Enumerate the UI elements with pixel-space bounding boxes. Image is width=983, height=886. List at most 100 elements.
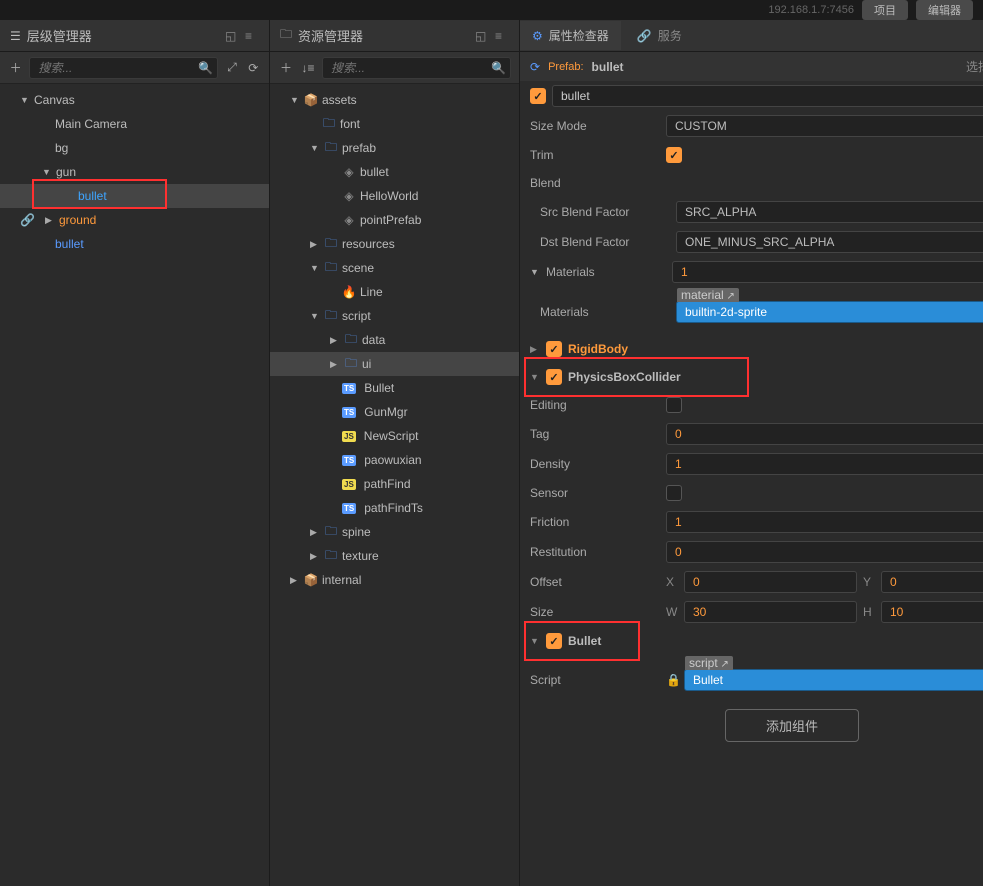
sensor-label: Sensor — [530, 486, 660, 500]
asset-pathfind[interactable]: JSpathFind — [270, 472, 519, 496]
rigidbody-enabled-checkbox[interactable] — [546, 341, 562, 357]
node-bg[interactable]: bg — [0, 136, 269, 160]
ts-icon: TS — [342, 407, 356, 418]
physicsboxcollider-header[interactable]: ▼ PhysicsBoxCollider ⚙ — [520, 363, 983, 391]
asset-spine[interactable]: ▶🗀spine — [270, 520, 519, 544]
js-icon: JS — [342, 479, 356, 490]
sort-icon[interactable]: ↓≡ — [300, 60, 316, 76]
friction-label: Friction — [530, 515, 660, 529]
editing-label: Editing — [530, 398, 660, 412]
folder-icon: 🗀 — [344, 357, 358, 371]
folder-icon: 🗀 — [324, 261, 338, 275]
src-blend-select[interactable]: SRC_ALPHA▼ — [676, 201, 983, 223]
asset-newscript[interactable]: JSNewScript — [270, 424, 519, 448]
rigidbody-header[interactable]: ▶ RigidBody ⚙ — [520, 335, 983, 363]
asset-prefab-hello[interactable]: ◈HelloWorld — [270, 184, 519, 208]
ts-icon: TS — [342, 383, 356, 394]
dst-blend-select[interactable]: ONE_MINUS_SRC_ALPHA▼ — [676, 231, 983, 253]
add-icon[interactable]: ＋ — [278, 60, 294, 76]
offset-y-input[interactable] — [881, 571, 983, 593]
assets-search-input[interactable] — [322, 57, 511, 79]
ts-icon: TS — [342, 503, 356, 514]
asset-texture[interactable]: ▶🗀texture — [270, 544, 519, 568]
folder-icon: 🗀 — [324, 549, 338, 563]
js-icon: JS — [342, 431, 356, 442]
asset-bullet-ts[interactable]: TSBullet — [270, 376, 519, 400]
node-bullet-selected[interactable]: bullet — [0, 184, 269, 208]
asset-pathfindts[interactable]: TSpathFindTs — [270, 496, 519, 520]
size-w-input[interactable] — [684, 601, 857, 623]
node-gun[interactable]: ▼gun — [0, 160, 269, 184]
material-field[interactable]: material ↗ builtin-2d-sprite — [676, 301, 983, 323]
size-mode-select[interactable]: CUSTOM▼ — [666, 115, 983, 137]
folder-icon: 🗀 — [280, 25, 292, 46]
add-icon[interactable]: ＋ — [8, 60, 23, 76]
asset-prefab-point[interactable]: ◈pointPrefab — [270, 208, 519, 232]
folder-icon: 🗀 — [322, 117, 336, 131]
materials-count-input[interactable] — [672, 261, 983, 283]
lock-icon: 🔒 — [666, 673, 678, 687]
density-label: Density — [530, 457, 660, 471]
asset-paowuxian[interactable]: TSpaowuxian — [270, 448, 519, 472]
node-bullet2[interactable]: bullet — [0, 232, 269, 256]
asset-font[interactable]: 🗀font — [270, 112, 519, 136]
offset-x-input[interactable] — [684, 571, 857, 593]
node-canvas[interactable]: ▼Canvas — [0, 88, 269, 112]
tag-input[interactable] — [666, 423, 983, 445]
menu-icon[interactable]: ≡ — [495, 29, 509, 43]
size-h-input[interactable] — [881, 601, 983, 623]
menu-icon[interactable]: ≡ — [245, 29, 259, 43]
sensor-checkbox[interactable] — [666, 485, 682, 501]
asset-assets[interactable]: ▼📦assets — [270, 88, 519, 112]
script-field[interactable]: script ↗ Bullet — [684, 669, 983, 691]
folder-icon: 🗀 — [344, 333, 358, 347]
node-enabled-checkbox[interactable] — [530, 88, 546, 104]
materials-item-label: Materials — [540, 305, 670, 319]
refresh-icon[interactable]: ⟳ — [530, 60, 540, 74]
asset-resources[interactable]: ▶🗀resources — [270, 232, 519, 256]
popout-icon[interactable]: ◱ — [225, 29, 239, 43]
editor-button[interactable]: 编辑器 — [916, 0, 973, 20]
editing-checkbox[interactable] — [666, 397, 682, 413]
hierarchy-search-input[interactable] — [29, 57, 218, 79]
tab-inspector[interactable]: ⚙属性检查器 — [520, 21, 621, 50]
add-component-button[interactable]: 添加组件 — [725, 709, 859, 742]
asset-data[interactable]: ▶🗀data — [270, 328, 519, 352]
bullet-enabled-checkbox[interactable] — [546, 633, 562, 649]
prefab-icon: ◈ — [342, 189, 356, 203]
physbox-enabled-checkbox[interactable] — [546, 369, 562, 385]
refresh-icon[interactable]: ⟳ — [246, 60, 261, 76]
prefab-bar: ⟳ Prefab: bullet 选择 回退 保存 — [520, 52, 983, 81]
asset-gunmgr[interactable]: TSGunMgr — [270, 400, 519, 424]
asset-script[interactable]: ▼🗀script — [270, 304, 519, 328]
expand-icon[interactable]: ⤢ — [224, 60, 239, 76]
hierarchy-panel: ☰ 层级管理器 ◱ ≡ ＋ 🔍 ⤢ ⟳ ▼Canvas Main Camera … — [0, 20, 270, 886]
tab-services[interactable]: 🔗服务 — [625, 21, 694, 50]
trim-checkbox[interactable] — [666, 147, 682, 163]
src-blend-label: Src Blend Factor — [540, 205, 670, 219]
offset-label: Offset — [530, 575, 660, 589]
bullet-component-header[interactable]: ▼ Bullet ⚙ — [520, 627, 983, 655]
link-icon: 🔗 — [20, 213, 35, 227]
node-main-camera[interactable]: Main Camera — [0, 112, 269, 136]
restitution-input[interactable] — [666, 541, 983, 563]
density-input[interactable] — [666, 453, 983, 475]
project-button[interactable]: 项目 — [862, 0, 908, 20]
package-icon: 📦 — [304, 93, 318, 107]
asset-ui[interactable]: ▶🗀ui — [270, 352, 519, 376]
prefab-select[interactable]: 选择 — [966, 58, 983, 75]
friction-input[interactable] — [666, 511, 983, 533]
asset-scene[interactable]: ▼🗀scene — [270, 256, 519, 280]
node-ground[interactable]: 🔗▶ground — [0, 208, 269, 232]
asset-internal[interactable]: ▶📦internal — [270, 568, 519, 592]
size-mode-label: Size Mode — [530, 119, 660, 133]
asset-prefab[interactable]: ▼🗀prefab — [270, 136, 519, 160]
top-bar: 192.168.1.7:7456 项目 编辑器 — [0, 0, 983, 20]
hierarchy-title: 层级管理器 — [27, 26, 219, 45]
assets-panel: 🗀 资源管理器 ◱ ≡ ＋ ↓≡ 🔍 ▼📦assets 🗀font ▼🗀pref… — [270, 20, 520, 886]
asset-scene-line[interactable]: 🔥Line — [270, 280, 519, 304]
node-name-input[interactable] — [552, 85, 983, 107]
asset-prefab-bullet[interactable]: ◈bullet — [270, 160, 519, 184]
scene-icon: 🔥 — [342, 285, 356, 299]
popout-icon[interactable]: ◱ — [475, 29, 489, 43]
